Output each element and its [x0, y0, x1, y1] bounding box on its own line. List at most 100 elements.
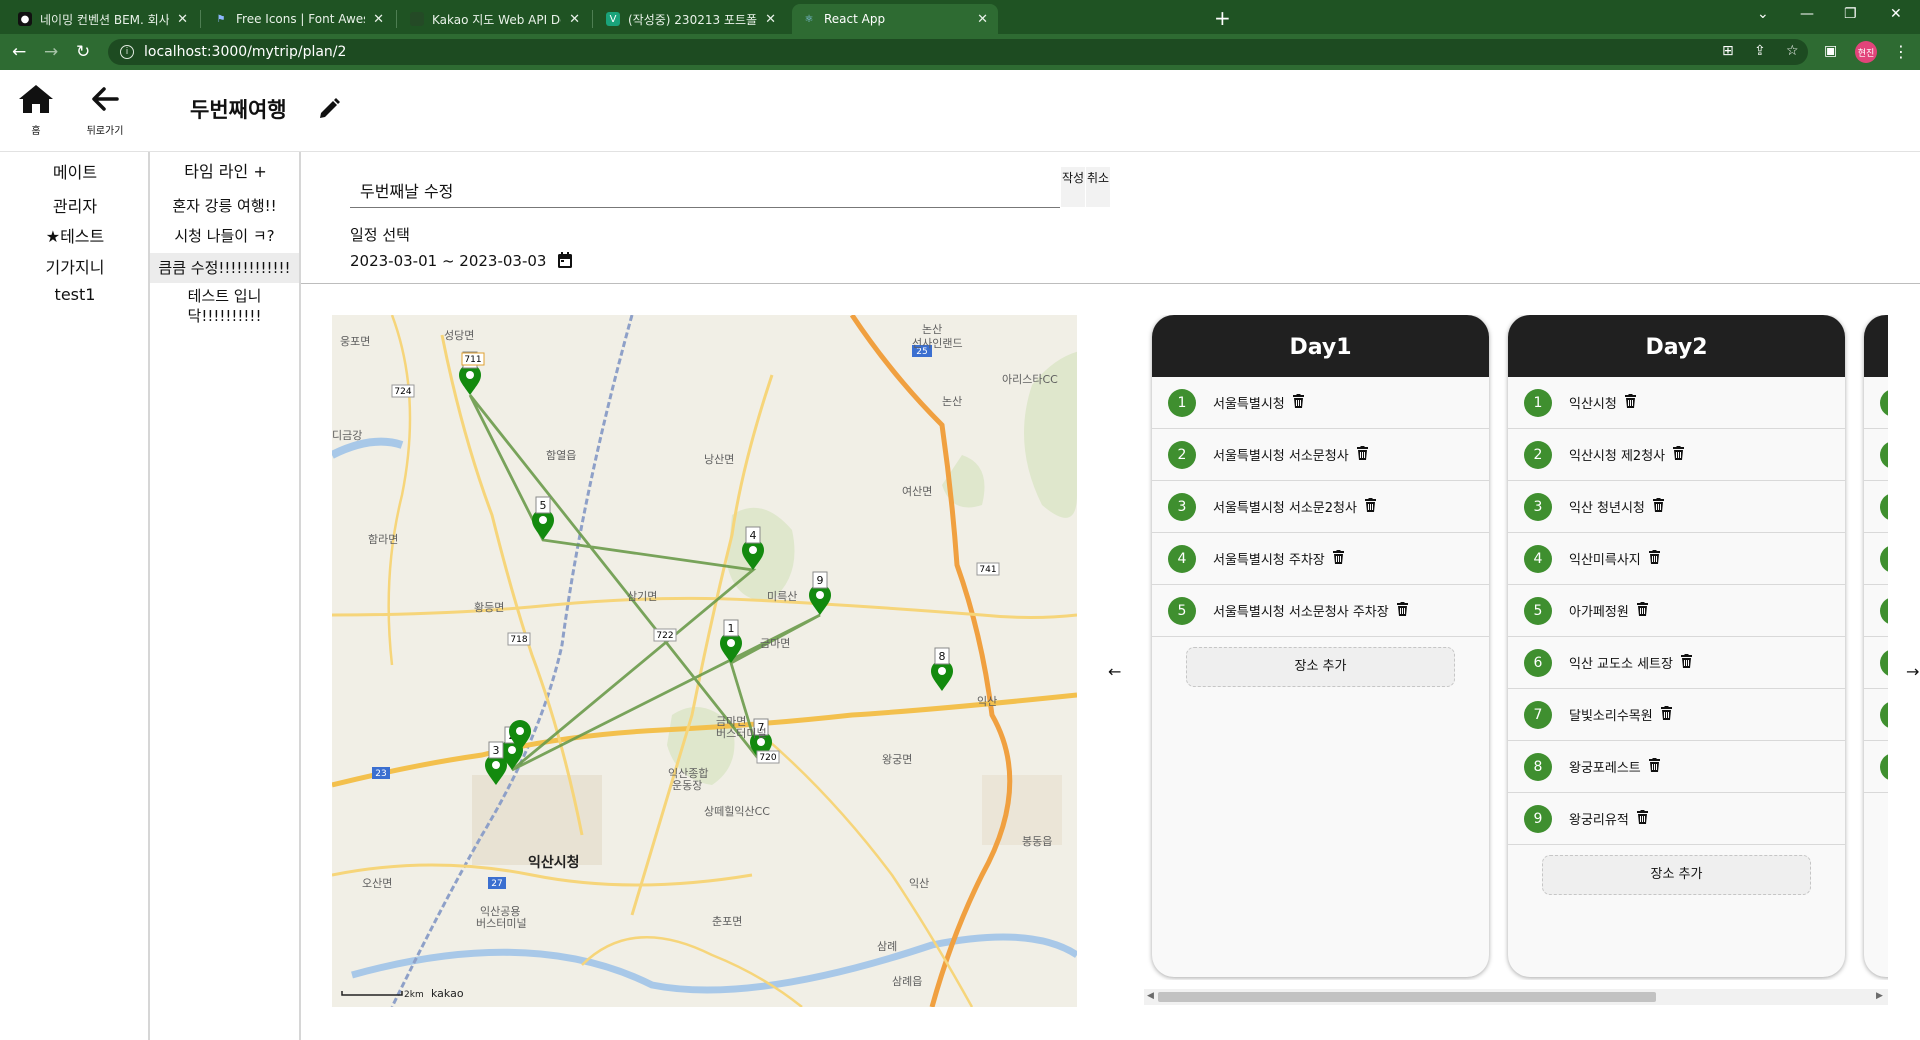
trash-icon[interactable]	[1648, 757, 1660, 776]
trash-icon[interactable]	[1332, 549, 1344, 568]
mate-item[interactable]: 기가지니	[0, 254, 150, 278]
write-button[interactable]: 작성	[1061, 167, 1085, 207]
translate-icon[interactable]: ⊞	[1722, 43, 1734, 59]
timeline-item[interactable]: 테스트 입니닥!!!!!!!!!!	[150, 286, 299, 330]
restore-icon[interactable]: ❐	[1844, 6, 1857, 22]
chevron-down-icon[interactable]: ⌄	[1757, 6, 1769, 22]
reload-icon[interactable]: ↻	[76, 42, 90, 62]
react-icon: ⚛	[804, 13, 814, 25]
svg-text:724: 724	[394, 387, 411, 397]
scroll-left-icon[interactable]: ◀	[1147, 991, 1154, 1001]
info-icon[interactable]: i	[120, 45, 134, 59]
kakao-map[interactable]: 1 2 3 4 5 6 7 8 9 711 724 25 741 718 722…	[332, 315, 1077, 1007]
place-number-badge: 1	[1524, 388, 1552, 417]
minimize-icon[interactable]: —	[1800, 6, 1814, 22]
app-header: 홈 뒤로가기 두번째여행	[0, 70, 1920, 152]
share-icon[interactable]: ⇪	[1754, 43, 1766, 59]
close-icon[interactable]: ✕	[977, 12, 988, 27]
day-cards-scrollbar[interactable]: ◀ ▶	[1144, 989, 1888, 1005]
scrollbar-thumb[interactable]	[1158, 992, 1656, 1002]
place-number-badge: 4	[1168, 544, 1196, 573]
browser-tab-4[interactable]: ⚛ React App ✕	[792, 4, 998, 34]
period-value[interactable]: 2023-03-01 ~ 2023-03-03	[350, 252, 546, 270]
trash-icon[interactable]	[1652, 497, 1664, 516]
timeline-list: 타임 라인 + 혼자 강릉 여행!! 시청 나들이 ㅋ? 큼큼 수정!!!!!!…	[150, 152, 301, 1040]
scroll-right-icon[interactable]: ▶	[1876, 991, 1883, 1001]
timeline-item[interactable]: 혼자 강릉 여행!!	[150, 193, 299, 219]
back-arrow-icon[interactable]: ←	[12, 42, 26, 62]
svg-text:722: 722	[656, 631, 673, 641]
close-window-icon[interactable]: ✕	[1890, 6, 1902, 22]
mate-item[interactable]: ★테스트	[0, 223, 150, 247]
add-timeline-button[interactable]: 타임 라인 +	[150, 158, 301, 182]
place-row: 2 서울특별시청 서소문청사	[1152, 429, 1489, 481]
place-number-badge: 3	[1524, 492, 1552, 521]
place-name: 왕궁포레스트	[1569, 761, 1641, 776]
mate-item[interactable]: test1	[0, 285, 150, 304]
browser-tab-3[interactable]: V (작성중) 230213 포트폴리오 프로 ✕	[596, 4, 786, 34]
add-place-button[interactable]: 장소 추가	[1186, 647, 1455, 687]
place-row: 4 익산미륵사지	[1508, 533, 1845, 585]
trash-icon[interactable]	[1680, 653, 1692, 672]
place-row: 4 서울특별시청 주차장	[1152, 533, 1489, 585]
close-icon[interactable]: ✕	[373, 12, 384, 27]
next-day-arrow-icon[interactable]: →	[1906, 662, 1919, 681]
bookmark-star-icon[interactable]: ☆	[1786, 43, 1799, 59]
close-icon[interactable]: ✕	[177, 12, 188, 27]
day-card: Day1 1 서울특별시청 2 서울특별시청 서소문청사 3 서울특별시청 서소…	[1152, 315, 1489, 977]
calendar-icon[interactable]	[558, 252, 572, 272]
place-name: 익산미륵사지	[1569, 553, 1641, 568]
browser-tab-2[interactable]: Kakao 지도 Web API Document ✕	[400, 4, 590, 34]
browser-tab-0[interactable]: ● 네이밍 컨벤션 BEM. 회사에 입사 ✕	[8, 4, 198, 34]
timeline-item-selected[interactable]: 큼큼 수정!!!!!!!!!!!!	[150, 253, 299, 283]
trash-icon[interactable]	[1396, 601, 1408, 620]
trash-icon[interactable]	[1292, 393, 1304, 412]
side-panel-icon[interactable]: ▣	[1824, 43, 1837, 59]
day-title: Day2	[1508, 315, 1845, 377]
svg-text:선사인랜드: 선사인랜드	[912, 337, 963, 350]
place-row: 9 왕궁리유적	[1508, 793, 1845, 845]
new-tab-button[interactable]: +	[1214, 6, 1231, 30]
svg-text:741: 741	[979, 565, 996, 575]
place-name: 달빛소리수목원	[1569, 709, 1653, 724]
marker-label: 5	[540, 499, 547, 512]
profile-avatar[interactable]: 현진	[1855, 41, 1877, 63]
svg-text:금마면: 금마면	[760, 637, 790, 650]
mate-list-title: 메이트	[52, 163, 98, 182]
svg-text:718: 718	[510, 635, 527, 645]
back-label: 뒤로가기	[86, 126, 124, 137]
svg-text:미륵산: 미륵산	[767, 590, 797, 603]
trash-icon[interactable]	[1356, 445, 1368, 464]
trash-icon[interactable]	[1364, 497, 1376, 516]
svg-text:삼례읍: 삼례읍	[892, 975, 922, 988]
trash-icon[interactable]	[1660, 705, 1672, 724]
prev-day-arrow-icon[interactable]: ←	[1108, 662, 1121, 681]
browser-tab-1[interactable]: ⚑ Free Icons | Font Awesome ✕	[204, 4, 394, 34]
place-name: 서울특별시청	[1213, 397, 1285, 412]
add-place-button[interactable]: 장소 추가	[1542, 855, 1811, 895]
home-button[interactable]: 홈	[14, 84, 58, 137]
close-icon[interactable]: ✕	[765, 12, 776, 27]
close-icon[interactable]: ✕	[569, 12, 580, 27]
address-bar[interactable]: i localhost:3000/mytrip/plan/2	[108, 39, 1808, 65]
trash-icon[interactable]	[1673, 445, 1685, 464]
trash-icon[interactable]	[1624, 393, 1636, 412]
more-menu-icon[interactable]: ⋮	[1893, 42, 1909, 61]
back-button[interactable]: 뒤로가기	[80, 84, 130, 137]
plan-title-input[interactable]	[350, 172, 1060, 208]
edit-title-button[interactable]	[318, 98, 340, 124]
forward-arrow-icon[interactable]: →	[44, 42, 58, 62]
timeline-item[interactable]: 시청 나들이 ㅋ?	[150, 223, 299, 249]
place-number-badge: 2	[1524, 440, 1552, 469]
browser-toolbar: ← → ↻ i localhost:3000/mytrip/plan/2 ⊞ ⇪…	[0, 34, 1920, 70]
trash-icon[interactable]	[1648, 549, 1660, 568]
svg-text:27: 27	[491, 879, 502, 889]
trash-icon[interactable]	[1636, 809, 1648, 828]
svg-text:711: 711	[464, 355, 481, 365]
mate-item[interactable]: 관리자	[0, 193, 150, 217]
svg-text:왕궁면: 왕궁면	[882, 753, 912, 766]
svg-text:오산면: 오산면	[362, 877, 392, 890]
trash-icon[interactable]	[1636, 601, 1648, 620]
cancel-button[interactable]: 취소	[1086, 167, 1110, 207]
place-row: 5 서울특별시청 서소문청사 주차장	[1152, 585, 1489, 637]
